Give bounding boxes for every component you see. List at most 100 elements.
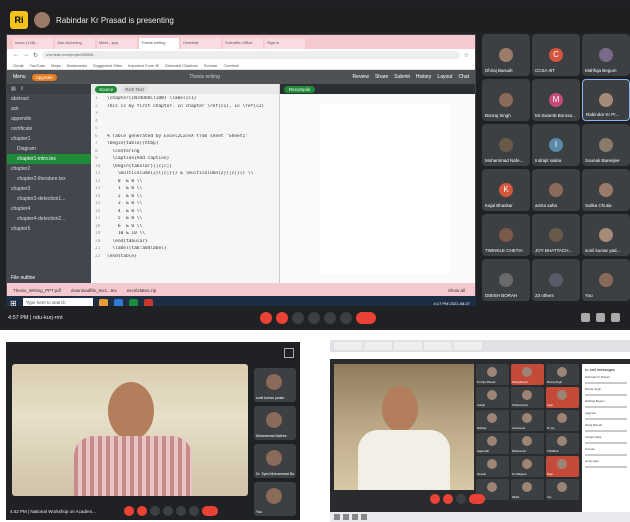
participant-tile[interactable]: Bonraj Singh: [546, 364, 579, 385]
participant-tile[interactable]: Indrajit: [476, 387, 509, 408]
bookmark-item[interactable]: Gmail: [13, 63, 23, 68]
browser-tab[interactable]: [364, 342, 392, 350]
bookmark-item[interactable]: Suggested Sites: [93, 63, 122, 68]
code-line[interactable]: 10 \begin{tabular}{|c|c|}: [95, 164, 279, 172]
participant-tile[interactable]: Sounak: [476, 456, 509, 477]
code-line[interactable]: 1 \chapter{INTRODUCTION} \label{c1}: [95, 96, 279, 104]
code-line[interactable]: 7 \begin{table}[htbp]: [95, 141, 279, 149]
code-line[interactable]: 5: [95, 126, 279, 134]
bookmark-item[interactable]: Maps: [51, 63, 61, 68]
participant-tile[interactable]: TWINKLE: [546, 433, 579, 454]
reload-icon[interactable]: ↻: [33, 52, 38, 59]
participant-tile[interactable]: C CCSA IIIT: [532, 34, 580, 76]
windows-start-icon[interactable]: [334, 514, 340, 520]
leave-call-button[interactable]: [202, 506, 218, 516]
raise-hand-icon[interactable]: [176, 506, 186, 516]
code-line[interactable]: 9 \caption{Add caption}: [95, 156, 279, 164]
more-options-icon[interactable]: [189, 506, 199, 516]
file-outline-label[interactable]: File outline: [11, 275, 35, 281]
download-item[interactable]: Thesis_Writing_PPT.pdf: [13, 288, 61, 293]
mic-off-icon[interactable]: [429, 494, 440, 504]
participant-tile[interactable]: Mahfuja: [476, 410, 509, 431]
tree-item[interactable]: certificate: [7, 124, 91, 134]
participant-tile[interactable]: sunil kumar yad...: [582, 214, 630, 256]
browser-tab[interactable]: [454, 342, 482, 350]
participant-tile[interactable]: Bisal: [546, 456, 579, 477]
browser-tab[interactable]: Sign in: [265, 38, 305, 49]
browser-tab[interactable]: Meet - zpq: [97, 38, 137, 49]
download-item[interactable]: excel2latex.zip: [127, 288, 157, 293]
url-bar[interactable]: overleaf.com/project/5f8f4f...: [42, 51, 460, 59]
captions-icon[interactable]: [150, 506, 160, 516]
participant-tile[interactable]: Kajal: [546, 387, 579, 408]
participant-tile[interactable]: amita saha: [532, 169, 580, 211]
bookmark-item[interactable]: Scholar: [204, 63, 218, 68]
bookmark-item[interactable]: Bookmarks: [67, 63, 87, 68]
side-participant-tile[interactable]: Mohammad Nafees: [254, 406, 296, 440]
present-icon[interactable]: [163, 506, 173, 516]
browser-tab[interactable]: Overleaf: [181, 38, 221, 49]
side-participant-tile[interactable]: Dr. Syed Mohammad Bashir: [254, 444, 296, 478]
code-line[interactable]: 20 \end{tabular}: [95, 239, 279, 247]
code-line[interactable]: 22 \end{table}: [95, 254, 279, 262]
participant-tile[interactable]: 23 others: [532, 259, 580, 301]
url-bar[interactable]: [330, 352, 630, 359]
code-line[interactable]: 3: [95, 111, 279, 119]
submit-button[interactable]: Submit: [394, 74, 410, 80]
participant-tile[interactable]: Dr Arjun Baruah: [476, 364, 509, 385]
tree-item[interactable]: appendix: [7, 114, 91, 124]
tree-item[interactable]: chapter4-detection2...: [7, 214, 91, 224]
code-line[interactable]: 2 This is my first chapter. In chapter \r…: [95, 104, 279, 112]
code-line[interactable]: 8 \centering: [95, 149, 279, 157]
info-icon[interactable]: [581, 313, 590, 322]
camera-off-icon[interactable]: [137, 506, 147, 516]
participant-tile[interactable]: Dr Joy: [546, 410, 579, 431]
participant-tile[interactable]: TWINKLE CHETIA: [482, 214, 530, 256]
participant-tile[interactable]: JOY BHATTACH...: [532, 214, 580, 256]
history-button[interactable]: History: [416, 74, 432, 80]
participant-tile[interactable]: sunil kumar: [511, 410, 544, 431]
code-line[interactable]: 6 % Table generated by Excel2LaTeX from s…: [95, 134, 279, 142]
tree-item[interactable]: ack: [7, 104, 91, 114]
participant-tile[interactable]: You: [582, 259, 630, 301]
tree-item[interactable]: chapter2: [7, 164, 91, 174]
participant-tile[interactable]: Dhiraj Baruah: [511, 364, 544, 385]
rich-text-mode-button[interactable]: Rich Text: [121, 85, 148, 93]
camera-off-icon[interactable]: [276, 312, 288, 324]
people-icon[interactable]: [596, 313, 605, 322]
participant-tile[interactable]: Prabal Kumar: [511, 387, 544, 408]
tree-item[interactable]: chapter1: [7, 134, 91, 144]
mic-off-icon[interactable]: [124, 506, 134, 516]
taskbar-app-icon[interactable]: [361, 514, 367, 520]
code-line[interactable]: 16 4 & 0 \\: [95, 209, 279, 217]
download-item[interactable]: downloadfile_tex1...tex: [71, 288, 117, 293]
tree-item-selected[interactable]: chapter1-intro.tex: [7, 154, 91, 164]
tree-item[interactable]: chapter3: [7, 184, 91, 194]
code-line[interactable]: 14 2 & 0 \\: [95, 194, 279, 202]
captions-icon[interactable]: [292, 312, 304, 324]
fullscreen-icon[interactable]: [284, 348, 294, 358]
side-participant-tile[interactable]: sunil kumar yadav: [254, 368, 296, 402]
captions-icon[interactable]: [455, 494, 466, 504]
participant-tile[interactable]: I Indrajit saikia: [532, 124, 580, 166]
star-icon[interactable]: ☆: [464, 52, 469, 59]
participant-tile[interactable]: Bonraj Singh: [482, 79, 530, 121]
code-line[interactable]: 15 3 & 0 \\: [95, 201, 279, 209]
new-file-icon[interactable]: ▤: [11, 86, 16, 92]
recompile-button[interactable]: Recompile: [284, 85, 316, 93]
participant-tile[interactable]: Dhiraj Baruah: [482, 34, 530, 76]
code-line[interactable]: 21 \label{tab:addlabel}: [95, 246, 279, 254]
taskbar-app-icon[interactable]: [343, 514, 349, 520]
browser-tab[interactable]: [394, 342, 422, 350]
tree-item[interactable]: chapter4: [7, 204, 91, 214]
chat-button[interactable]: Chat: [458, 74, 469, 80]
participant-tile[interactable]: Dr Nabajyoti: [511, 456, 544, 477]
code-line[interactable]: 13 1 & 0 \\: [95, 186, 279, 194]
leave-call-button[interactable]: [468, 494, 485, 504]
menu-button[interactable]: Menu: [13, 74, 26, 80]
participant-tile[interactable]: Sounak Banerjee: [582, 124, 630, 166]
code-area[interactable]: 1 \chapter{INTRODUCTION} \label{c1} 2 This …: [91, 94, 279, 261]
code-line[interactable]: 17 5 & 0 \\: [95, 216, 279, 224]
participant-tile[interactable]: Mahfuja Begum: [582, 34, 630, 76]
share-button[interactable]: Share: [375, 74, 388, 80]
